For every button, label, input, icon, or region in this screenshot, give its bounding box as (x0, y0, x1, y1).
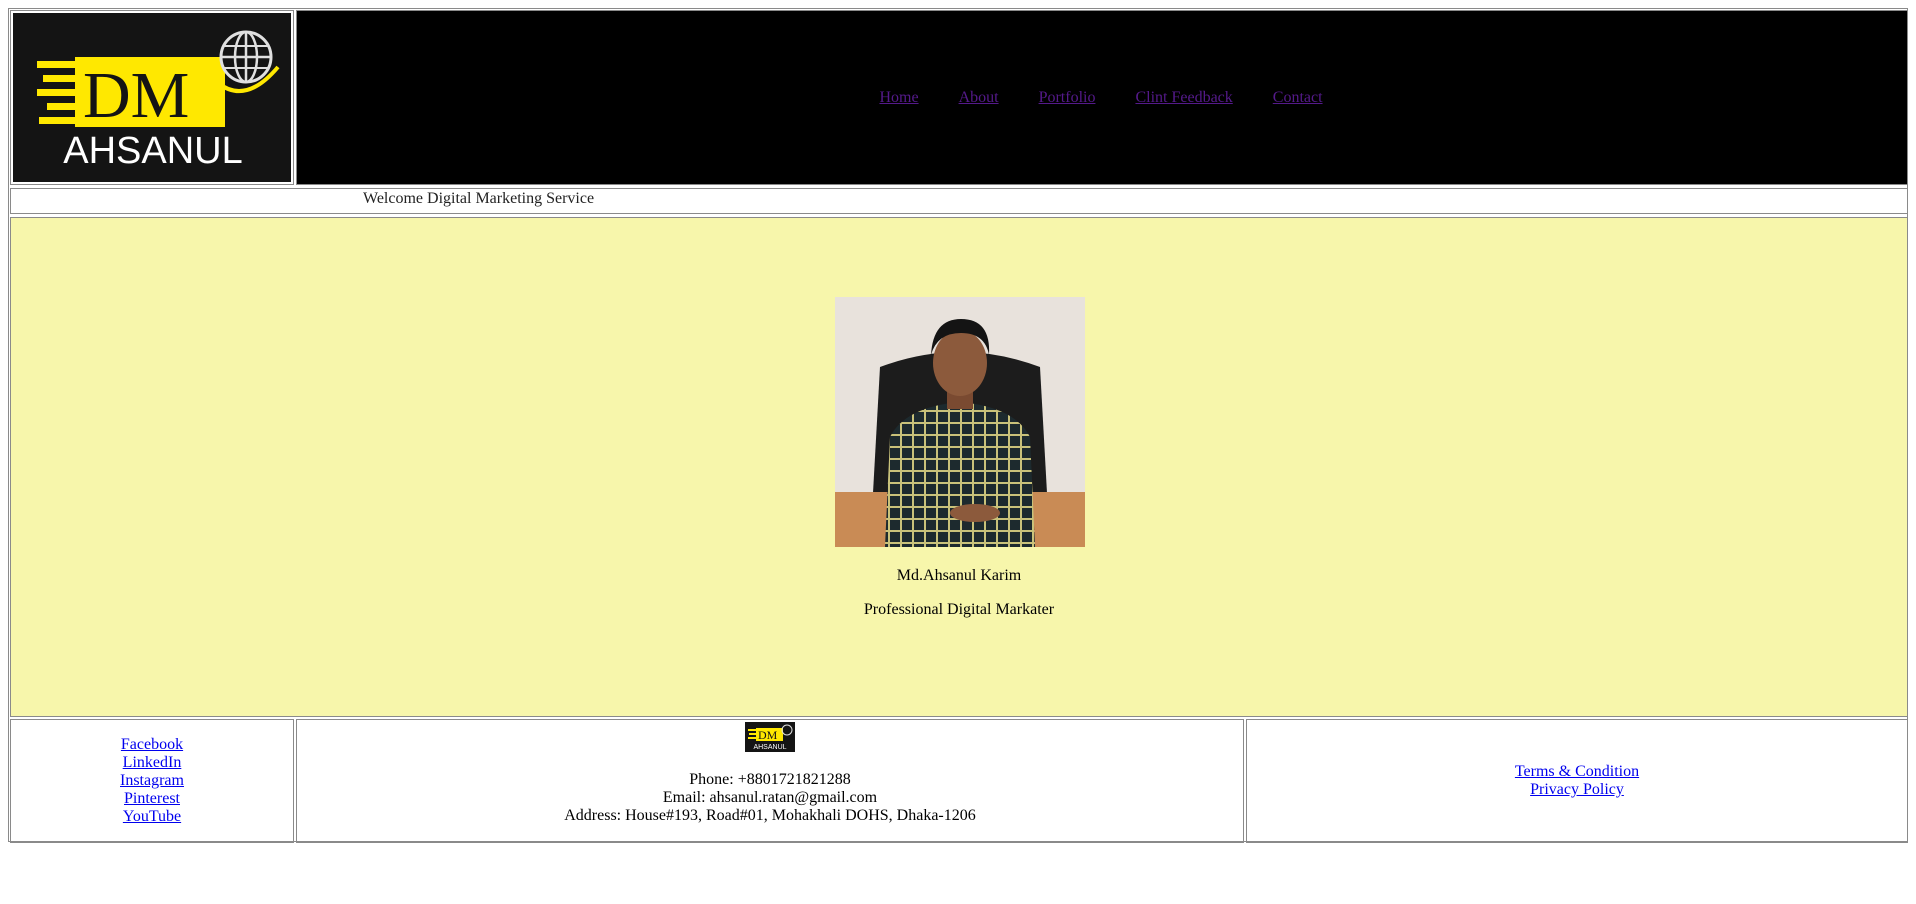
logo-cell: DM AHSANUL (10, 10, 294, 185)
welcome-row: Welcome Digital Marketing Service (10, 188, 1908, 214)
legal-links: Terms & Condition Privacy Policy (1246, 719, 1908, 843)
site-logo[interactable]: DM AHSANUL (13, 13, 291, 182)
instagram-link[interactable]: Instagram (120, 772, 184, 790)
nav-contact[interactable]: Contact (1273, 89, 1323, 107)
contact-email: Email: ahsanul.ratan@gmail.com (662, 789, 878, 806)
contact-info: DM AHSANUL Phone: +8801721821288 Email: … (296, 719, 1244, 843)
profile-role: Professional Digital Markater (863, 601, 1055, 618)
footer-logo-name: AHSANUL (753, 744, 786, 751)
logo-mark: DM (83, 59, 189, 132)
nav-list: Home About Portfolio Clint Feedback Cont… (879, 89, 1322, 107)
welcome-text: Welcome Digital Marketing Service (363, 190, 595, 207)
nav-about[interactable]: About (959, 89, 999, 107)
footer-logo: DM AHSANUL (745, 722, 795, 752)
nav-bar: Home About Portfolio Clint Feedback Cont… (296, 10, 1908, 185)
privacy-link[interactable]: Privacy Policy (1530, 781, 1624, 799)
logo-name: AHSANUL (63, 130, 243, 172)
dm-logo-graphic: DM AHSANUL (37, 30, 280, 172)
profile-name: Md.Ahsanul Karim (896, 567, 1022, 584)
nav-clint-feedback[interactable]: Clint Feedback (1135, 89, 1232, 107)
youtube-link[interactable]: YouTube (123, 808, 181, 826)
profile-photo (835, 297, 1085, 547)
contact-phone: Phone: +8801721821288 (689, 771, 851, 788)
nav-portfolio[interactable]: Portfolio (1039, 89, 1096, 107)
globe-icon (216, 30, 280, 93)
contact-address: Address: House#193, Road#01, Mohakhali D… (564, 807, 976, 824)
footer-logo-mark: DM (758, 728, 778, 742)
social-links: Facebook LinkedIn Instagram Pinterest Yo… (10, 719, 294, 843)
nav-home[interactable]: Home (879, 89, 918, 107)
pinterest-link[interactable]: Pinterest (124, 790, 180, 808)
facebook-link[interactable]: Facebook (121, 736, 183, 754)
linkedin-link[interactable]: LinkedIn (123, 754, 182, 772)
terms-link[interactable]: Terms & Condition (1515, 763, 1639, 781)
hero-section: Md.Ahsanul Karim Professional Digital Ma… (10, 217, 1908, 717)
